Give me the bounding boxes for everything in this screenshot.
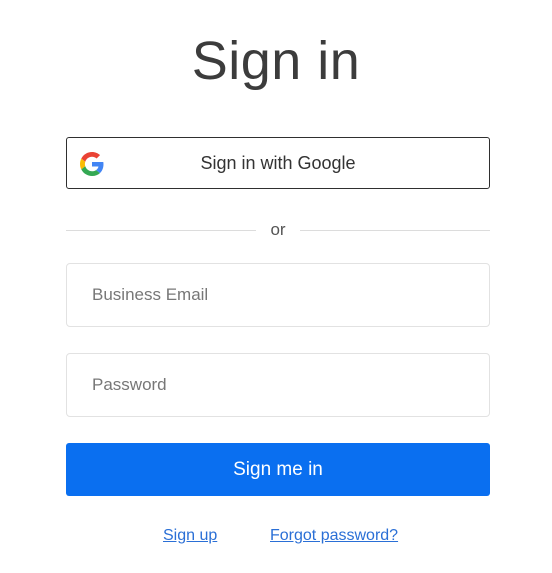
page-title: Sign in bbox=[191, 31, 361, 91]
forgot-password-link[interactable]: Forgot password? bbox=[270, 526, 398, 546]
email-field[interactable] bbox=[66, 263, 490, 327]
sign-me-in-button[interactable]: Sign me in bbox=[66, 443, 490, 496]
divider-line-right bbox=[300, 230, 490, 231]
sign-up-link[interactable]: Sign up bbox=[163, 526, 217, 546]
password-field[interactable] bbox=[66, 353, 490, 417]
google-sign-in-button[interactable]: Sign in with Google bbox=[66, 137, 490, 189]
sign-in-page: Sign in Sign in with Google or Sign me i… bbox=[0, 0, 552, 573]
or-divider: or bbox=[66, 219, 490, 241]
google-sign-in-label: Sign in with Google bbox=[200, 153, 356, 173]
